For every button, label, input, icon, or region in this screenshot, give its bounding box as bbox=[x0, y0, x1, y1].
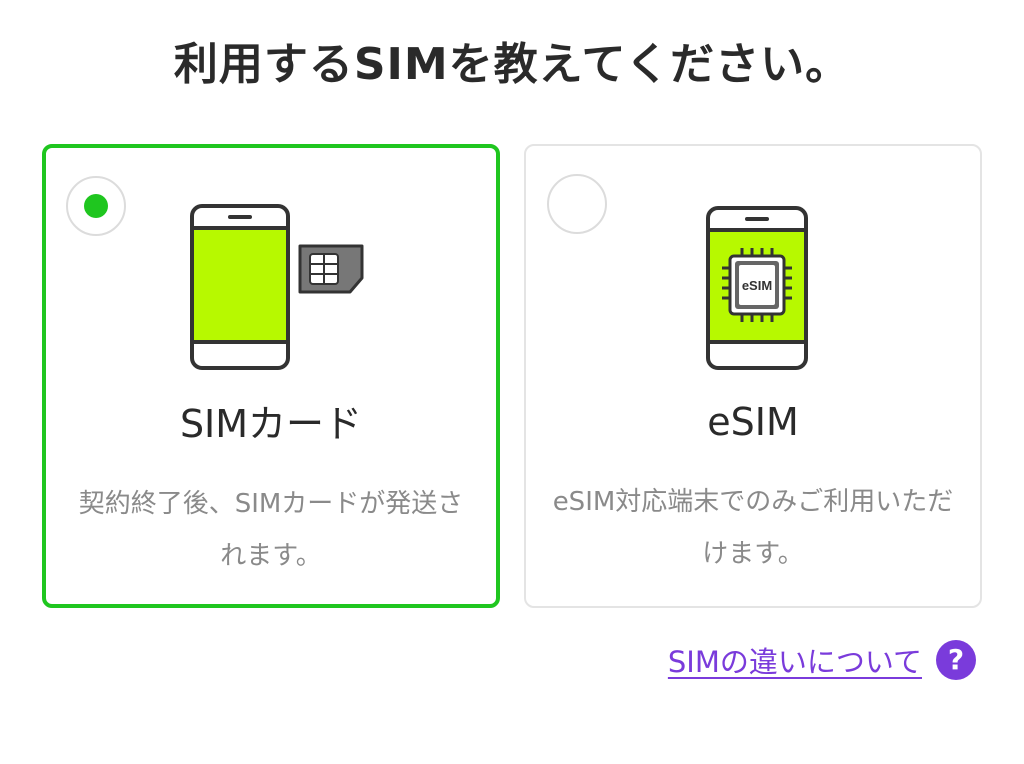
option-title: SIMカード bbox=[179, 402, 363, 446]
option-title: eSIM bbox=[707, 400, 799, 444]
phone-with-esim-chip-icon: eSIM bbox=[706, 206, 808, 370]
radio-button-sim-card[interactable] bbox=[66, 176, 126, 236]
sim-difference-link[interactable]: SIMの違いについて bbox=[668, 639, 922, 681]
option-card-sim-card[interactable]: SIMカード 契約終了後、SIMカードが発送されます。 bbox=[42, 144, 500, 608]
radio-selected-dot bbox=[84, 194, 108, 218]
question-circle-icon[interactable]: ? bbox=[936, 640, 976, 680]
sim-difference-help: SIMの違いについて ? bbox=[668, 636, 976, 684]
option-card-esim[interactable]: eSIM eSIM eSIM対応端末でのみご利用いただけます。 bbox=[524, 144, 982, 608]
option-description: eSIM対応端末でのみご利用いただけます。 bbox=[552, 487, 954, 569]
phone-with-sim-card-icon bbox=[190, 204, 364, 370]
page-title: 利用するSIMを教えてください。 bbox=[173, 39, 851, 90]
esim-chip-label: eSIM bbox=[742, 278, 772, 293]
radio-button-esim[interactable] bbox=[547, 174, 607, 234]
option-description: 契約終了後、SIMカードが発送されます。 bbox=[78, 489, 464, 571]
